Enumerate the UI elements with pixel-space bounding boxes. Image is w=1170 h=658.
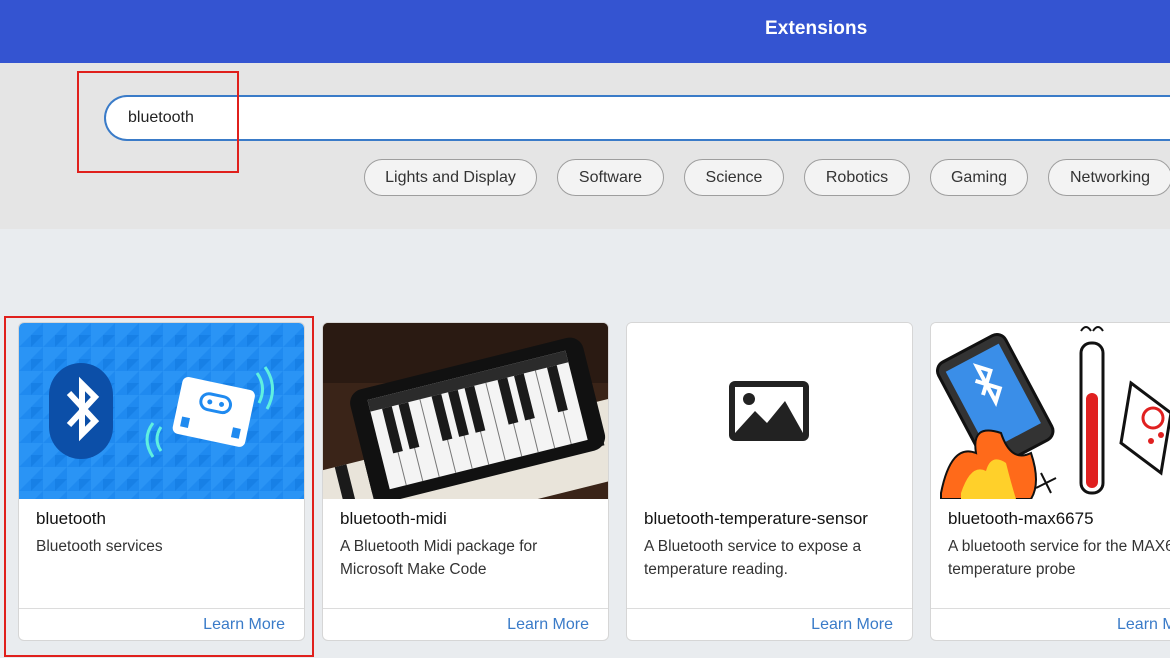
extension-name: bluetooth xyxy=(36,509,106,528)
category-chip-science[interactable]: Science xyxy=(684,159,784,196)
bluetooth-flame-illustration xyxy=(931,323,1170,499)
card-divider xyxy=(627,608,912,609)
card-divider xyxy=(931,608,1170,609)
search-area: Lights and Display Software Science Robo… xyxy=(0,63,1170,229)
piano-keyboard-phone-image xyxy=(323,323,608,499)
image-placeholder-icon xyxy=(627,323,912,499)
extension-description: A bluetooth service for the MAX6675 temp… xyxy=(948,538,1170,578)
extension-card-bluetooth-max6675[interactable]: bluetooth-max6675 A bluetooth service fo… xyxy=(930,322,1170,641)
extension-card-bluetooth[interactable]: bluetooth Bluetooth services Learn More xyxy=(18,322,305,641)
category-chip-software[interactable]: Software xyxy=(557,159,664,196)
header-bar: Extensions xyxy=(0,0,1170,63)
search-input[interactable] xyxy=(128,107,728,129)
learn-more-link[interactable]: Learn More xyxy=(507,616,589,634)
extension-name: bluetooth-max6675 xyxy=(948,509,1094,528)
extension-card-bluetooth-midi[interactable]: bluetooth-midi A Bluetooth Midi package … xyxy=(322,322,609,641)
extension-description: Bluetooth services xyxy=(36,538,163,555)
extension-description: A Bluetooth service to expose a temperat… xyxy=(644,538,862,578)
category-chip-robotics[interactable]: Robotics xyxy=(804,159,910,196)
extension-name: bluetooth-midi xyxy=(340,509,447,528)
card-divider xyxy=(19,608,304,609)
category-chip-networking[interactable]: Networking xyxy=(1048,159,1170,196)
learn-more-link[interactable]: Learn M xyxy=(1117,616,1170,634)
page-title: Extensions xyxy=(765,18,868,39)
learn-more-link[interactable]: Learn More xyxy=(811,616,893,634)
bluetooth-microbit-image xyxy=(19,323,304,499)
category-chip-gaming[interactable]: Gaming xyxy=(930,159,1028,196)
extension-card-bluetooth-temperature-sensor[interactable]: bluetooth-temperature-sensor A Bluetooth… xyxy=(626,322,913,641)
extension-name: bluetooth-temperature-sensor xyxy=(644,509,868,528)
learn-more-link[interactable]: Learn More xyxy=(203,616,285,634)
card-divider xyxy=(323,608,608,609)
category-chip-lights-and-display[interactable]: Lights and Display xyxy=(364,159,537,196)
search-box[interactable] xyxy=(104,95,1170,141)
extension-description: A Bluetooth Midi package for Microsoft M… xyxy=(340,538,538,578)
